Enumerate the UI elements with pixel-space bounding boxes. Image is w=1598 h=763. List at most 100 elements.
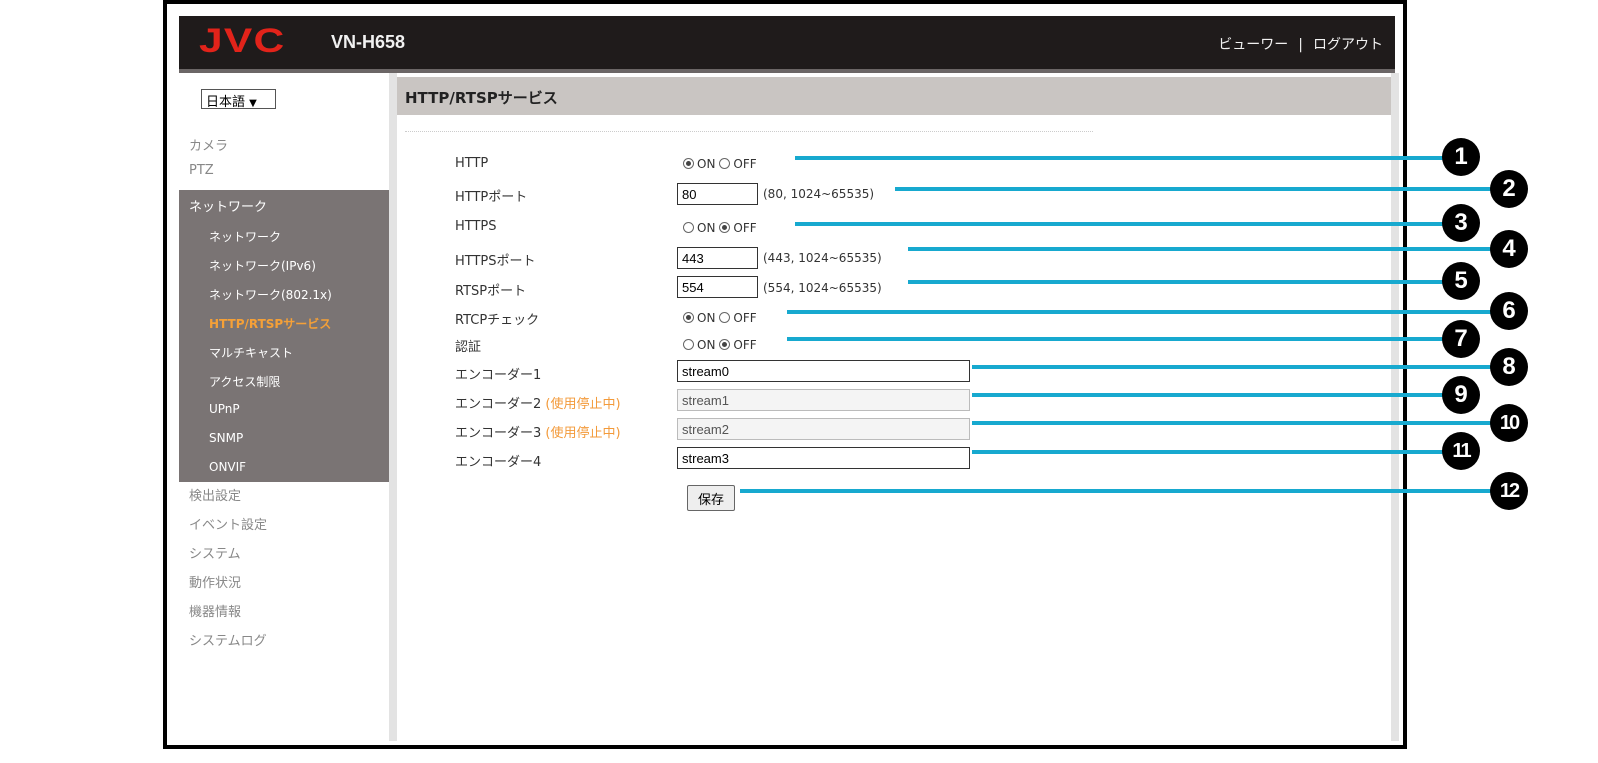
auth-off-radio[interactable]: [719, 339, 731, 350]
callout-line-12: [740, 489, 1500, 493]
encoder3-disabled-note: (使用停止中): [545, 426, 621, 441]
callout-line-7: [787, 337, 1460, 341]
auth-radio-group: ON OFF: [683, 338, 757, 352]
callout-line-3: [795, 222, 1460, 226]
callout-line-10: [972, 421, 1500, 425]
sidebar-item-access-control[interactable]: アクセス制限: [209, 373, 280, 390]
viewer-link[interactable]: ビューワー: [1218, 37, 1288, 53]
rtsp-port-input[interactable]: [677, 276, 758, 298]
sidebar-item-snmp[interactable]: SNMP: [209, 431, 243, 445]
sidebar-item-status[interactable]: 動作状況: [189, 572, 241, 591]
https-radio-group: ON OFF: [683, 221, 757, 235]
https-label: HTTPS: [455, 219, 497, 234]
encoder3-input: [677, 418, 970, 440]
off-label: OFF: [733, 221, 757, 235]
language-select[interactable]: 日本語 ▼: [201, 89, 276, 110]
callout-number-11: 11: [1442, 432, 1480, 470]
network-submenu: ネットワーク ネットワーク ネットワーク(IPv6) ネットワーク(802.1x…: [179, 190, 389, 482]
model-name: VN-H658: [331, 32, 406, 52]
callout-number-6: 6: [1490, 292, 1528, 330]
rtsp-port-label: RTSPポート: [455, 284, 527, 299]
rtcp-off-radio[interactable]: [719, 312, 731, 323]
encoder2-label: エンコーダー2 (使用停止中): [455, 393, 621, 412]
title-bar: HTTP/RTSPサービス: [397, 77, 1391, 115]
callout-number-12: 12: [1490, 472, 1528, 510]
chevron-down-icon: ▼: [249, 98, 257, 109]
encoder3-label-text: エンコーダー3: [455, 426, 542, 441]
encoder4-input[interactable]: [677, 447, 970, 469]
http-label: HTTP: [455, 156, 489, 171]
jvc-logo: JVC: [199, 22, 286, 60]
callout-line-2: [895, 187, 1500, 191]
logout-link[interactable]: ログアウト: [1313, 37, 1383, 53]
http-on-radio[interactable]: [683, 158, 694, 169]
callout-line-5: [908, 280, 1460, 284]
rtcp-label: RTCPチェック: [455, 313, 540, 328]
sidebar-item-http-rtsp[interactable]: HTTP/RTSPサービス: [209, 315, 331, 332]
auth-on-radio[interactable]: [683, 339, 694, 350]
language-value: 日本語: [206, 95, 246, 110]
sidebar-item-device-info[interactable]: 機器情報: [189, 601, 241, 620]
on-label: ON: [697, 311, 716, 325]
https-on-radio[interactable]: [683, 222, 694, 233]
http-off-radio[interactable]: [719, 158, 731, 169]
encoder2-label-text: エンコーダー2: [455, 397, 542, 412]
callout-line-8: [972, 365, 1500, 369]
off-label: OFF: [733, 338, 757, 352]
callout-number-3: 3: [1442, 204, 1480, 242]
http-port-label: HTTPポート: [455, 190, 528, 205]
sidebar-item-camera[interactable]: カメラ: [189, 135, 228, 154]
encoder1-input[interactable]: [677, 360, 970, 382]
on-label: ON: [697, 338, 716, 352]
sidebar-item-network[interactable]: ネットワーク: [209, 228, 281, 245]
https-off-radio[interactable]: [719, 222, 731, 233]
sidebar-item-system-log[interactable]: システムログ: [189, 630, 267, 649]
sidebar-item-ptz[interactable]: PTZ: [189, 163, 214, 178]
callout-number-1: 1: [1442, 138, 1480, 176]
callout-number-8: 8: [1490, 348, 1528, 386]
divider: [405, 131, 1093, 132]
top-header: JVC VN-H658 ビューワー | ログアウト: [179, 16, 1395, 73]
sidebar-item-multicast[interactable]: マルチキャスト: [209, 344, 293, 361]
link-separator: |: [1298, 37, 1303, 53]
encoder1-label: エンコーダー1: [455, 368, 542, 383]
save-button[interactable]: 保存: [687, 485, 735, 511]
page-title: HTTP/RTSPサービス: [405, 89, 558, 107]
sidebar-item-system[interactable]: システム: [189, 543, 241, 562]
sidebar-item-network-group[interactable]: ネットワーク: [189, 196, 267, 215]
sidebar-item-detection[interactable]: 検出設定: [189, 485, 241, 504]
https-port-label: HTTPSポート: [455, 254, 536, 269]
callout-number-10: 10: [1490, 404, 1528, 442]
callout-number-9: 9: [1442, 376, 1480, 414]
encoder2-disabled-note: (使用停止中): [545, 397, 621, 412]
sidebar-item-event[interactable]: イベント設定: [189, 514, 267, 533]
sidebar-item-onvif[interactable]: ONVIF: [209, 460, 246, 474]
rtsp-port-hint: (554, 1024~65535): [763, 281, 882, 295]
sidebar-item-network-ipv6[interactable]: ネットワーク(IPv6): [209, 257, 316, 274]
encoder2-input: [677, 389, 970, 411]
off-label: OFF: [733, 157, 757, 171]
on-label: ON: [697, 157, 716, 171]
callout-line-9: [972, 393, 1460, 397]
off-label: OFF: [733, 311, 757, 325]
sidebar-item-network-8021x[interactable]: ネットワーク(802.1x): [209, 286, 332, 303]
callout-number-4: 4: [1490, 230, 1528, 268]
main-panel: HTTP/RTSPサービス HTTP ON OFF HTTPポート (80, 10…: [397, 73, 1399, 741]
https-port-input[interactable]: [677, 247, 758, 269]
callout-line-1: [795, 156, 1460, 160]
https-port-hint: (443, 1024~65535): [763, 251, 882, 265]
callout-line-11: [972, 450, 1460, 454]
sidebar: 日本語 ▼ カメラ PTZ ネットワーク ネットワーク ネットワーク(IPv6)…: [179, 73, 397, 741]
http-port-hint: (80, 1024~65535): [763, 187, 875, 201]
auth-label: 認証: [455, 340, 482, 355]
callout-line-4: [908, 247, 1500, 251]
rtcp-on-radio[interactable]: [683, 312, 694, 323]
http-radio-group: ON OFF: [683, 157, 757, 171]
encoder4-label: エンコーダー4: [455, 455, 542, 470]
top-links: ビューワー | ログアウト: [1218, 34, 1383, 54]
on-label: ON: [697, 221, 716, 235]
callout-number-5: 5: [1442, 262, 1480, 300]
sidebar-item-upnp[interactable]: UPnP: [209, 402, 240, 416]
encoder3-label: エンコーダー3 (使用停止中): [455, 422, 621, 441]
http-port-input[interactable]: [677, 183, 758, 205]
